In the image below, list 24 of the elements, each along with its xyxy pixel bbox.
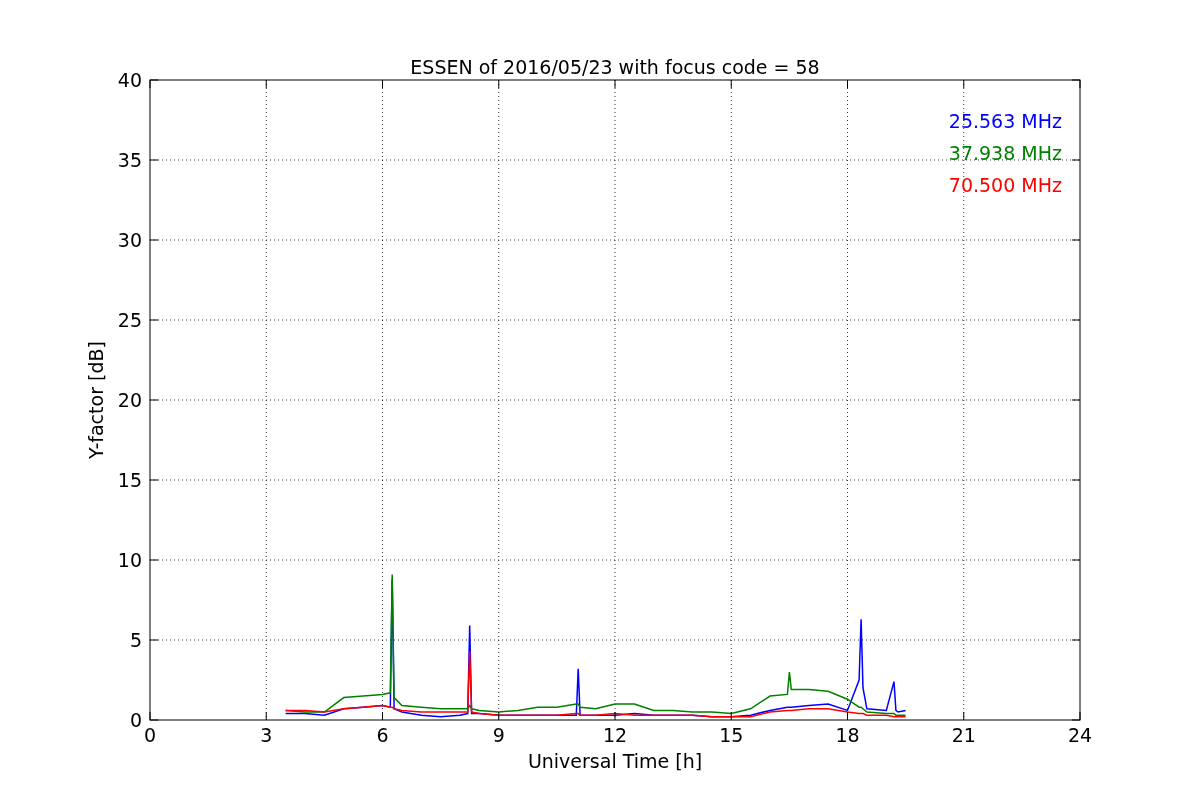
y-tick-label: 20	[117, 389, 142, 411]
legend-label: 70.500 MHz	[948, 174, 1062, 196]
legend-label: 37.938 MHz	[948, 142, 1062, 164]
y-tick-label: 35	[117, 149, 142, 171]
y-tick-label: 25	[117, 309, 142, 331]
legend-label: 25.563 MHz	[948, 110, 1062, 132]
x-tick-label: 21	[951, 724, 976, 746]
y-tick-label: 15	[117, 469, 142, 491]
x-tick-label: 0	[143, 724, 157, 746]
x-tick-label: 12	[602, 724, 628, 746]
x-tick-label: 15	[719, 724, 744, 746]
y-tick-label: 40	[117, 69, 142, 91]
x-tick-label: 24	[1067, 724, 1093, 746]
x-tick-label: 6	[376, 724, 389, 746]
chart-title: ESSEN of 2016/05/23 with focus code = 58	[410, 56, 820, 78]
y-tick-label: 5	[129, 629, 142, 651]
x-tick-label: 9	[492, 724, 505, 746]
x-tick-label: 18	[835, 724, 860, 746]
x-axis-label: Universal Time [h]	[527, 750, 703, 772]
y-tick-label: 30	[117, 229, 142, 251]
y-axis-label: Y-factor [dB]	[85, 341, 107, 459]
y-tick-label: 10	[117, 549, 142, 571]
y-tick-label: 0	[129, 709, 142, 731]
x-tick-label: 3	[260, 724, 273, 746]
